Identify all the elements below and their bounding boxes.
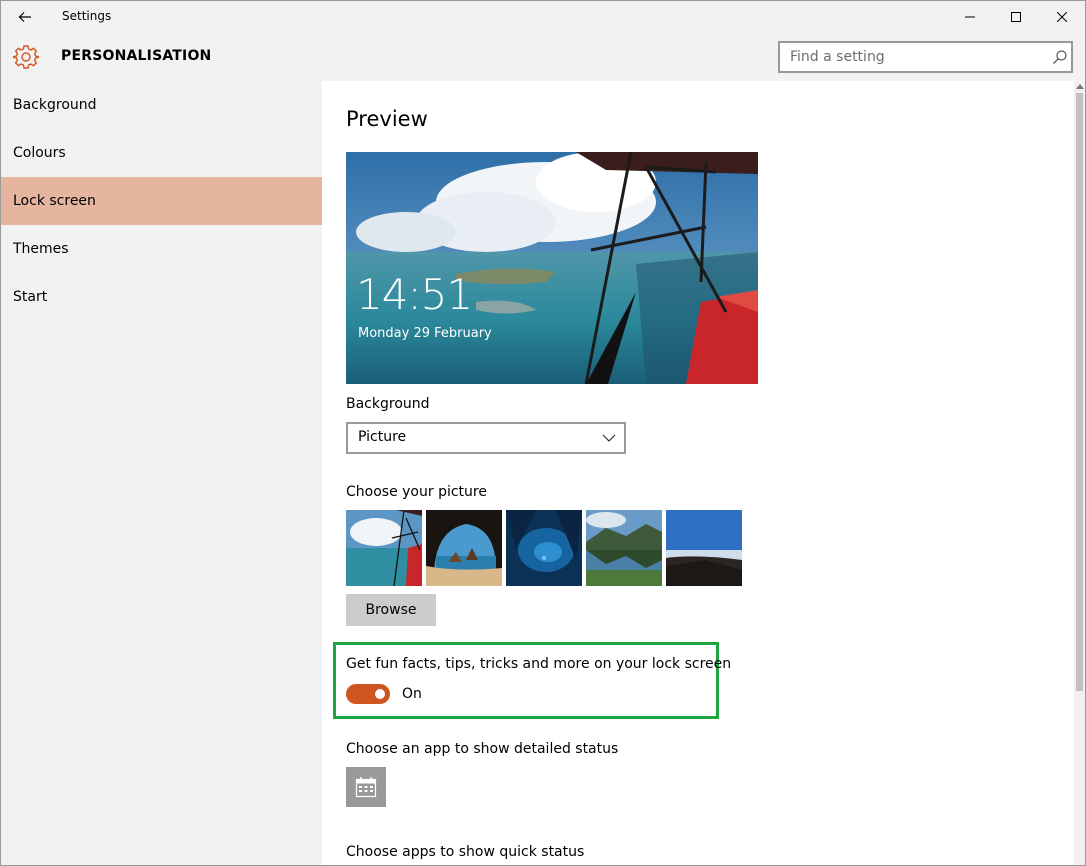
gear-icon	[13, 44, 39, 70]
thumbnail-image	[426, 510, 502, 586]
picture-thumbnail[interactable]	[666, 510, 742, 586]
picture-thumbnail[interactable]	[346, 510, 422, 586]
sidebar-item-start[interactable]: Start	[1, 273, 322, 321]
detailed-status-app-button[interactable]	[346, 767, 386, 807]
scroll-thumb[interactable]	[1076, 93, 1083, 691]
preview-image	[346, 152, 758, 384]
maximize-button[interactable]	[993, 1, 1039, 33]
back-arrow-icon	[18, 11, 32, 23]
close-button[interactable]	[1039, 1, 1085, 33]
back-button[interactable]	[9, 5, 41, 29]
picture-thumbnail[interactable]	[506, 510, 582, 586]
background-label: Background	[346, 396, 430, 412]
title-bar: Settings	[1, 1, 1085, 33]
choose-picture-label: Choose your picture	[346, 484, 487, 500]
toggle-knob	[375, 689, 385, 699]
lock-screen-preview: 14:51 Monday 29 February	[346, 152, 758, 384]
background-dropdown[interactable]: Picture	[346, 422, 626, 454]
close-icon	[1057, 12, 1067, 22]
preview-time: 14:51	[356, 270, 472, 319]
tips-toggle-state: On	[402, 686, 422, 702]
preview-heading: Preview	[346, 107, 428, 131]
sidebar-item-colours[interactable]: Colours	[1, 129, 322, 177]
calendar-icon	[355, 776, 377, 798]
picture-thumbnail[interactable]	[426, 510, 502, 586]
tips-toggle[interactable]	[346, 684, 390, 704]
chevron-down-icon	[602, 432, 616, 444]
sidebar-item-lock-screen[interactable]: Lock screen	[1, 177, 322, 225]
maximize-icon	[1011, 12, 1021, 22]
thumbnail-image	[506, 510, 582, 586]
scroll-up-arrow-icon[interactable]	[1076, 84, 1084, 89]
background-dropdown-value: Picture	[358, 429, 406, 445]
settings-header: PERSONALISATION	[1, 33, 1085, 81]
tips-label: Get fun facts, tips, tricks and more on …	[346, 656, 731, 672]
minimize-button[interactable]	[947, 1, 993, 33]
vertical-scrollbar[interactable]	[1074, 81, 1085, 866]
browse-button[interactable]: Browse	[346, 594, 436, 626]
sidebar: Background Colours Lock screen Themes St…	[1, 81, 322, 866]
search-input[interactable]	[780, 43, 1040, 71]
preview-date: Monday 29 February	[358, 326, 492, 341]
sidebar-item-background[interactable]: Background	[1, 81, 322, 129]
app-title: Settings	[62, 9, 111, 23]
quick-status-label: Choose apps to show quick status	[346, 844, 584, 860]
main-content: Preview	[322, 81, 1074, 866]
settings-window: Settings PERSONALISATION Backg	[0, 0, 1086, 866]
thumbnail-image	[666, 510, 742, 586]
detailed-status-label: Choose an app to show detailed status	[346, 741, 618, 757]
sidebar-item-themes[interactable]: Themes	[1, 225, 322, 273]
picture-thumbnail[interactable]	[586, 510, 662, 586]
minimize-icon	[965, 12, 975, 22]
highlight-box	[333, 642, 719, 719]
thumbnail-image	[586, 510, 662, 586]
thumbnail-image	[346, 510, 422, 586]
page-title: PERSONALISATION	[61, 48, 211, 64]
search-box[interactable]	[778, 41, 1073, 73]
search-icon[interactable]	[1052, 49, 1068, 65]
